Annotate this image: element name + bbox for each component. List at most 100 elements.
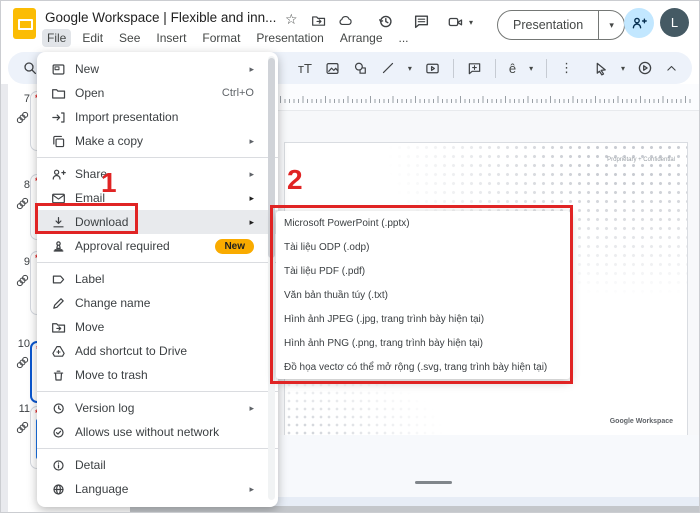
window-bottom-edge <box>130 506 700 513</box>
slide-number: 7 <box>23 93 30 105</box>
menu-item-allows-use-without-network[interactable]: Allows use without network <box>37 420 268 444</box>
menu-item-change-name[interactable]: Change name <box>37 291 268 315</box>
menu-item-label[interactable]: Label <box>37 267 268 291</box>
cloud-status-icon[interactable] <box>337 13 353 28</box>
slide-header-note: Proprietary + Confidential <box>607 157 675 163</box>
star-icon[interactable]: ☆ <box>285 12 298 26</box>
top-bar: Google Workspace | Flexible and inn... ☆… <box>0 0 700 48</box>
menu-item-share[interactable]: Share ▸ <box>37 162 268 186</box>
trash-icon <box>50 367 66 383</box>
new-presentation-icon <box>50 61 66 77</box>
version-history-icon[interactable] <box>377 13 394 30</box>
submenu-item-svg[interactable]: Đồ họa vectơ có thể mở rộng (.svg, trang… <box>276 355 570 379</box>
menu-item-add-shortcut-to-drive[interactable]: Add shortcut to Drive <box>37 339 268 363</box>
move-folder-icon <box>50 319 66 335</box>
import-icon <box>50 109 66 125</box>
menu-item-new[interactable]: New ▸ <box>37 57 268 81</box>
share-button[interactable] <box>624 8 654 38</box>
theme-icon[interactable]: ê <box>509 61 516 76</box>
menu-item-detail[interactable]: Detail <box>37 453 268 477</box>
meet-camera-icon[interactable] <box>447 14 464 30</box>
collapse-toolbar-icon[interactable] <box>665 62 678 75</box>
menu-item-approval-required[interactable]: Approval required New <box>37 234 268 258</box>
line-caret-icon[interactable]: ▾ <box>408 64 412 73</box>
menu-item-import-presentation[interactable]: Import presentation <box>37 105 268 129</box>
info-icon <box>50 457 66 473</box>
submenu-arrow-icon: ▸ <box>249 483 254 494</box>
new-badge: New <box>215 238 254 254</box>
rename-pencil-icon <box>50 295 66 311</box>
approval-stamp-icon <box>50 238 66 254</box>
move-folder-icon[interactable] <box>311 13 326 28</box>
slide-number: 11 <box>18 403 30 415</box>
menubar-item-insert[interactable]: Insert <box>151 29 191 47</box>
submenu-arrow-icon: ▸ <box>249 135 254 146</box>
insert-line-icon[interactable] <box>381 61 395 75</box>
insert-shape-icon[interactable] <box>353 61 368 76</box>
notes-resize-handle[interactable] <box>415 481 452 484</box>
slideshow-icon[interactable] <box>637 60 653 76</box>
filmstrip-left-rail <box>0 84 8 513</box>
menubar-item-format[interactable]: Format <box>197 29 245 47</box>
menu-divider <box>37 262 278 263</box>
comment-history-icon[interactable] <box>413 13 430 30</box>
present-button-group: Presentation ▾ <box>497 10 626 40</box>
pointer-caret-icon[interactable]: ▾ <box>621 64 625 73</box>
menubar-item-edit[interactable]: Edit <box>77 29 108 47</box>
copy-icon <box>50 133 66 149</box>
menubar-item-see[interactable]: See <box>114 29 145 47</box>
download-icon <box>50 214 66 230</box>
slide-number: 9 <box>23 256 30 268</box>
menu-item-email[interactable]: Email ▸ <box>37 186 268 210</box>
account-avatar[interactable]: L <box>660 8 689 37</box>
download-submenu: Microsoft PowerPoint (.pptx) Tài liệu OD… <box>276 211 570 379</box>
submenu-item-txt[interactable]: Văn bản thuần túy (.txt) <box>276 283 570 307</box>
submenu-item-odp[interactable]: Tài liệu ODP (.odp) <box>276 235 570 259</box>
submenu-item-jpeg[interactable]: Hình ảnh JPEG (.jpg, trang trình bày hiệ… <box>276 307 570 331</box>
menu-item-version-log[interactable]: Version log ▸ <box>37 396 268 420</box>
menu-item-move-to-trash[interactable]: Move to trash <box>37 363 268 387</box>
menubar-item-presentation[interactable]: Presentation <box>251 29 328 47</box>
menu-item-make-a-copy[interactable]: Make a copy ▸ <box>37 129 268 153</box>
paperclip-icon <box>15 273 30 288</box>
menu-item-move[interactable]: Move <box>37 315 268 339</box>
menu-bar: File Edit See Insert Format Presentation… <box>42 29 414 47</box>
add-comment-icon[interactable] <box>467 61 482 76</box>
submenu-arrow-icon: ▸ <box>249 63 254 74</box>
textbox-icon[interactable]: ᴛT <box>298 61 312 76</box>
menubar-item-more[interactable]: ... <box>394 29 414 47</box>
document-title[interactable]: Google Workspace | Flexible and inn... <box>45 10 276 25</box>
toolbar-divider <box>452 58 454 78</box>
slide-brand-text: Google Workspace <box>609 418 673 425</box>
menu-scrollbar[interactable] <box>268 56 275 500</box>
label-tag-icon <box>50 271 66 287</box>
slides-app-icon[interactable] <box>13 8 36 39</box>
menu-item-open[interactable]: Open Ctrl+O <box>37 81 268 105</box>
insert-video-icon[interactable] <box>425 61 440 76</box>
camera-caret-icon[interactable]: ▾ <box>469 18 473 27</box>
present-button[interactable]: Presentation <box>498 18 598 32</box>
paperclip-icon <box>15 355 30 370</box>
search-icon[interactable] <box>22 60 38 76</box>
menu-scrollbar-thumb[interactable] <box>268 58 275 258</box>
menu-item-download[interactable]: Download ▸ <box>37 210 278 234</box>
annotation-step-1: 1 <box>101 167 117 198</box>
horizontal-ruler <box>280 93 692 103</box>
slide-number: 10 <box>17 338 30 350</box>
file-menu: New ▸ Open Ctrl+O Import presentation Ma… <box>37 52 278 507</box>
more-options-icon[interactable]: ⋮ <box>560 60 573 76</box>
menubar-item-arrange[interactable]: Arrange <box>335 29 388 47</box>
laser-pointer-icon[interactable] <box>594 61 609 76</box>
menubar-item-file[interactable]: File <box>42 29 72 47</box>
email-icon <box>50 190 66 206</box>
submenu-item-png[interactable]: Hình ảnh PNG (.png, trang trình bày hiện… <box>276 331 570 355</box>
submenu-arrow-icon: ▸ <box>249 192 254 203</box>
submenu-item-pptx[interactable]: Microsoft PowerPoint (.pptx) <box>276 211 570 235</box>
theme-caret-icon[interactable]: ▾ <box>529 64 533 73</box>
paperclip-icon <box>15 420 30 435</box>
insert-image-icon[interactable] <box>325 61 340 76</box>
present-options-caret-icon[interactable]: ▾ <box>599 20 624 31</box>
menu-item-language[interactable]: Language ▸ <box>37 477 268 501</box>
menu-divider <box>37 157 278 158</box>
submenu-item-pdf[interactable]: Tài liệu PDF (.pdf) <box>276 259 570 283</box>
